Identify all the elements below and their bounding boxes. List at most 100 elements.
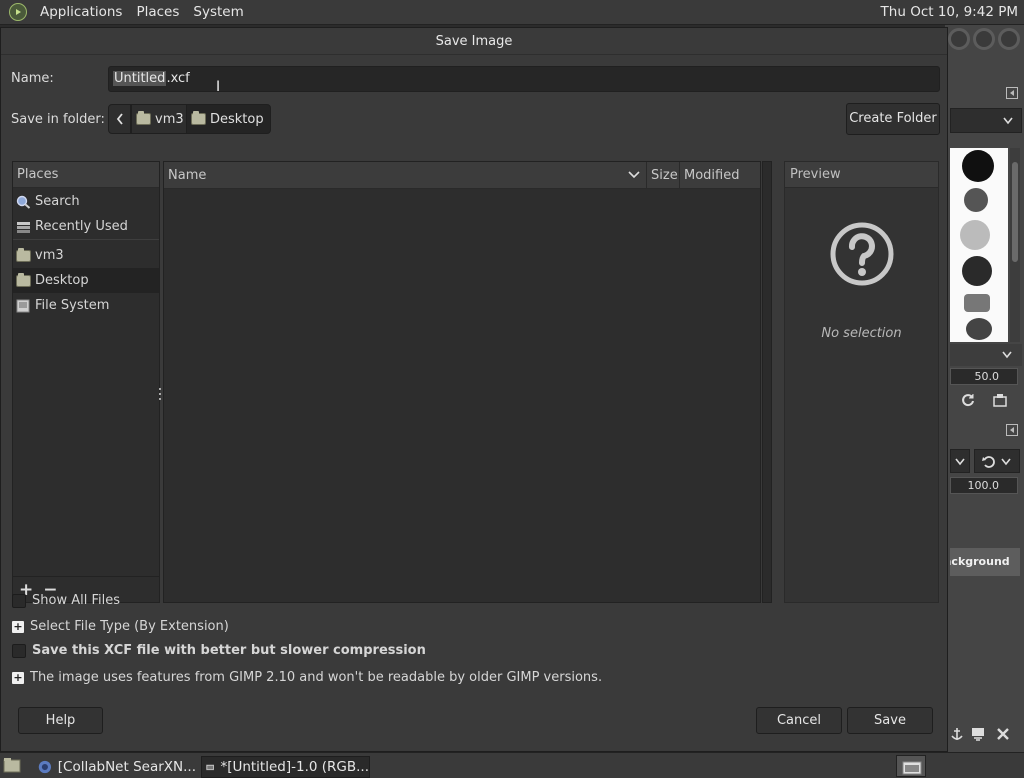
name-label: Name: bbox=[11, 71, 54, 86]
clock[interactable]: Thu Oct 10, 9:42 PM bbox=[881, 4, 1018, 20]
minimize-button[interactable] bbox=[948, 28, 970, 50]
menu-places[interactable]: Places bbox=[129, 4, 186, 20]
save-in-folder-label: Save in folder: bbox=[11, 112, 105, 127]
desktop-folder-icon bbox=[16, 272, 31, 287]
places-item-vm3[interactable]: vm3 bbox=[13, 243, 159, 268]
column-label: Name bbox=[168, 168, 207, 183]
column-header-name[interactable]: Name bbox=[164, 162, 647, 189]
save-image-dialog: Save Image Name: Untitled.xcf I Save in … bbox=[0, 27, 948, 752]
places-item-search[interactable]: Search bbox=[13, 189, 159, 214]
dock-tab-row bbox=[950, 84, 1022, 102]
home-folder-icon bbox=[136, 111, 151, 125]
menu-system[interactable]: System bbox=[186, 4, 250, 20]
file-list-scrollbar[interactable] bbox=[762, 161, 772, 603]
search-icon bbox=[16, 195, 31, 209]
delete-layer-icon[interactable] bbox=[996, 727, 1010, 741]
question-icon bbox=[830, 222, 894, 286]
merge-layer-icon[interactable] bbox=[970, 726, 986, 742]
brush-dropdown[interactable] bbox=[950, 108, 1022, 133]
gimp-window-icon bbox=[206, 764, 215, 771]
dialog-title: Save Image bbox=[1, 28, 947, 55]
brush-tag-row bbox=[950, 344, 1022, 366]
places-item-label: Recently Used bbox=[35, 219, 128, 234]
preview-header: Preview bbox=[785, 162, 938, 188]
chevron-down-icon bbox=[1003, 117, 1013, 125]
open-as-image-icon[interactable] bbox=[992, 392, 1008, 408]
window-controls bbox=[948, 28, 1020, 50]
places-item-label: File System bbox=[35, 298, 110, 313]
show-all-files-option[interactable]: Show All Files bbox=[12, 593, 120, 608]
maximize-button[interactable] bbox=[973, 28, 995, 50]
places-header[interactable]: Places bbox=[13, 162, 159, 188]
close-button[interactable] bbox=[998, 28, 1020, 50]
expand-plus-icon: + bbox=[12, 619, 24, 633]
places-item-label: Search bbox=[35, 194, 80, 209]
taskbar-item-browser[interactable]: [CollabNet SearXN... bbox=[34, 756, 196, 778]
gimp-main-window bbox=[945, 25, 1024, 752]
brush-grid[interactable] bbox=[950, 148, 1008, 342]
chevron-down-icon[interactable] bbox=[1002, 351, 1012, 359]
dock-menu-icon[interactable] bbox=[1006, 424, 1018, 436]
create-folder-button[interactable]: Create Folder bbox=[846, 103, 940, 135]
places-item-recently-used[interactable]: Recently Used bbox=[13, 214, 159, 239]
cancel-button[interactable]: Cancel bbox=[756, 707, 842, 734]
file-name-input[interactable]: Untitled.xcf bbox=[108, 66, 940, 92]
breadcrumb-vm3[interactable]: vm3 bbox=[131, 104, 191, 134]
taskbar-item-label: [CollabNet SearXN... bbox=[57, 759, 196, 775]
places-item-desktop[interactable]: Desktop bbox=[13, 268, 159, 293]
brush-size-field[interactable]: 50.0 bbox=[950, 368, 1018, 385]
dock-menu-icon[interactable] bbox=[1006, 87, 1018, 99]
pane-resize-handle[interactable] bbox=[158, 388, 162, 406]
layer-row-background[interactable]: ackground bbox=[950, 548, 1020, 576]
places-item-file-system[interactable]: File System bbox=[13, 293, 159, 318]
mate-logo-icon[interactable] bbox=[9, 3, 27, 21]
chevron-down-icon bbox=[1001, 458, 1011, 466]
refresh-icon[interactable] bbox=[960, 392, 976, 408]
file-list-header: Name Size Modified bbox=[164, 162, 760, 189]
taskbar-item-label: *[Untitled]-1.0 (RGB... bbox=[220, 759, 369, 775]
drive-icon bbox=[16, 299, 30, 312]
better-compression-option[interactable]: Save this XCF file with better but slowe… bbox=[12, 643, 426, 658]
preview-empty-text: No selection bbox=[821, 326, 902, 341]
show-all-files-label: Show All Files bbox=[32, 593, 120, 608]
file-name-extension: .xcf bbox=[166, 71, 190, 86]
workspace-switcher[interactable] bbox=[896, 755, 926, 777]
save-button[interactable]: Save bbox=[847, 707, 933, 734]
show-all-files-checkbox[interactable] bbox=[12, 593, 26, 608]
layer-mode-row bbox=[950, 449, 1022, 475]
menu-applications[interactable]: Applications bbox=[33, 4, 129, 20]
taskbar-item-gimp[interactable]: *[Untitled]-1.0 (RGB... bbox=[201, 756, 370, 778]
better-compression-checkbox[interactable] bbox=[12, 643, 26, 658]
mode-dropdown[interactable] bbox=[950, 449, 970, 473]
file-list[interactable]: Name Size Modified bbox=[163, 161, 761, 603]
brush-scrollbar[interactable] bbox=[1010, 148, 1020, 342]
mode-reset-dropdown[interactable] bbox=[974, 449, 1020, 473]
select-file-type-expander[interactable]: + Select File Type (By Extension) bbox=[12, 619, 229, 634]
column-header-size[interactable]: Size bbox=[647, 162, 680, 189]
top-panel: Applications Places System Thu Oct 10, 9… bbox=[0, 0, 1024, 25]
places-item-label: vm3 bbox=[35, 248, 64, 263]
places-sidebar: Places Search Recently Used vm3 Desktop … bbox=[12, 161, 160, 577]
file-name-selected-text: Untitled bbox=[113, 71, 167, 86]
compat-notice-label: The image uses features from GIMP 2.10 a… bbox=[30, 670, 603, 685]
desktop-folder-icon bbox=[191, 111, 206, 125]
breadcrumb-desktop[interactable]: Desktop bbox=[186, 104, 271, 134]
breadcrumb-back-button[interactable] bbox=[108, 104, 131, 134]
recent-icon bbox=[17, 221, 30, 233]
preview-pane: Preview No selection bbox=[784, 161, 939, 603]
select-file-type-label: Select File Type (By Extension) bbox=[30, 619, 229, 634]
breadcrumb-label: Desktop bbox=[210, 111, 264, 127]
chevron-left-icon bbox=[116, 113, 123, 125]
places-item-label: Desktop bbox=[35, 273, 89, 288]
chevron-down-icon bbox=[955, 458, 965, 466]
sort-descending-icon bbox=[628, 171, 640, 179]
expand-plus-icon: + bbox=[12, 670, 24, 684]
text-cursor-icon: I bbox=[216, 79, 221, 95]
opacity-field[interactable]: 100.0 bbox=[950, 477, 1018, 494]
help-button[interactable]: Help bbox=[18, 707, 103, 734]
anchor-icon[interactable] bbox=[950, 726, 964, 742]
compat-notice-expander[interactable]: + The image uses features from GIMP 2.10… bbox=[12, 670, 602, 685]
browser-icon bbox=[38, 760, 52, 774]
column-header-modified[interactable]: Modified bbox=[680, 162, 762, 189]
show-desktop-icon[interactable] bbox=[3, 757, 21, 774]
